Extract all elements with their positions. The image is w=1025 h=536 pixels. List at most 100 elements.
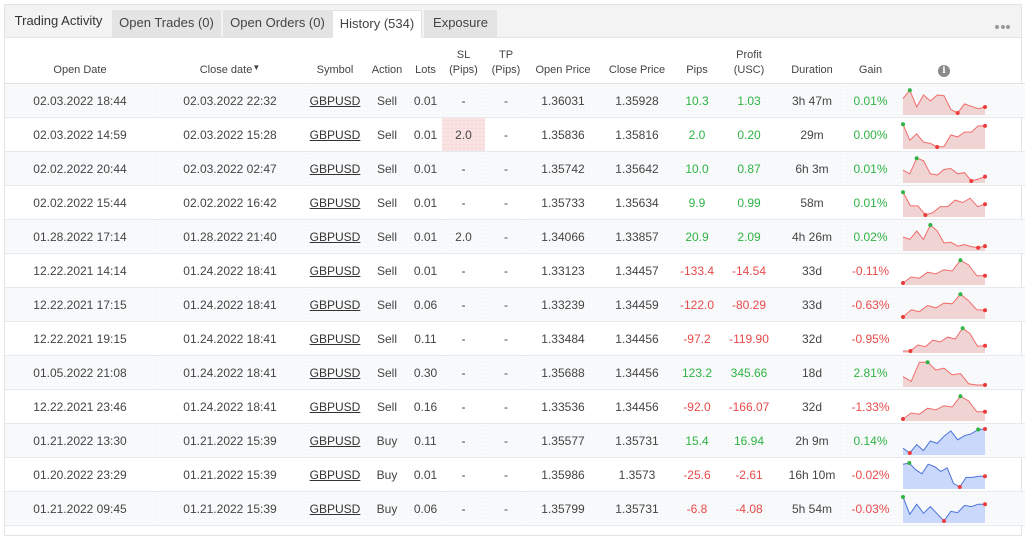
symbol-link[interactable]: GBPUSD	[310, 196, 361, 210]
sparkline-min-marker	[908, 349, 912, 353]
tab-open-trades[interactable]: Open Trades (0)	[112, 10, 221, 37]
close-date: 01.24.2022 18:41	[155, 390, 305, 424]
profit: -2.61	[719, 458, 779, 492]
trade-sparkline	[900, 324, 988, 354]
open-date: 01.05.2022 21:08	[5, 356, 155, 390]
symbol-link[interactable]: GBPUSD	[310, 128, 361, 142]
tab-bar: Trading Activity Open Trades (0) Open Or…	[5, 5, 1021, 38]
gain: 0.01%	[845, 186, 896, 220]
open-date: 12.22.2021 23:46	[5, 390, 155, 424]
ellipsis-icon[interactable]	[995, 16, 1013, 24]
sparkline-area	[903, 124, 985, 149]
tab-history[interactable]: History (534)	[332, 10, 422, 38]
sparkline-end-marker	[983, 343, 987, 347]
action: Sell	[365, 254, 409, 288]
sparkline-max-marker	[907, 461, 911, 465]
trade-sparkline	[900, 188, 988, 218]
trade-sparkline	[900, 86, 988, 116]
symbol-link[interactable]: GBPUSD	[310, 332, 361, 346]
tp-pips: -	[485, 492, 527, 526]
col-sl[interactable]: SL(Pips)	[442, 38, 485, 84]
sparkline-max-marker	[958, 394, 962, 398]
info-icon[interactable]: i	[938, 65, 950, 77]
symbol-link[interactable]: GBPUSD	[310, 264, 361, 278]
symbol-link[interactable]: GBPUSD	[310, 434, 361, 448]
profit: -14.54	[719, 254, 779, 288]
symbol-link[interactable]: GBPUSD	[310, 366, 361, 380]
col-symbol[interactable]: Symbol	[305, 38, 365, 84]
open-price: 1.35733	[527, 186, 599, 220]
tab-open-orders[interactable]: Open Orders (0)	[223, 10, 332, 37]
comment-cell	[992, 84, 1025, 118]
comment-cell	[992, 186, 1025, 220]
gain: 0.00%	[845, 118, 896, 152]
col-pips[interactable]: Pips	[675, 38, 719, 84]
lots: 0.01	[409, 254, 442, 288]
lots: 0.01	[409, 152, 442, 186]
trade-chart-cell	[896, 186, 992, 220]
trade-chart-cell	[896, 288, 992, 322]
sl-pips: -	[442, 390, 485, 424]
tab-exposure[interactable]: Exposure	[424, 10, 497, 37]
sl-pips: 2.0	[442, 118, 485, 152]
sparkline-max-marker	[901, 495, 905, 499]
symbol-cell: GBPUSD	[305, 390, 365, 424]
duration: 5h 54m	[779, 492, 845, 526]
lots: 0.01	[409, 458, 442, 492]
symbol-link[interactable]: GBPUSD	[310, 162, 361, 176]
col-lots[interactable]: Lots	[409, 38, 442, 84]
profit: -80.29	[719, 288, 779, 322]
trade-chart-cell	[896, 84, 992, 118]
col-duration[interactable]: Duration	[779, 38, 845, 84]
sl-pips: -	[442, 152, 485, 186]
open-price: 1.35799	[527, 492, 599, 526]
close-date: 01.24.2022 18:41	[155, 356, 305, 390]
trade-chart-cell	[896, 492, 992, 526]
col-open-date[interactable]: Open Date	[5, 38, 155, 84]
open-date: 02.03.2022 18:44	[5, 84, 155, 118]
close-date: 01.21.2022 15:39	[155, 458, 305, 492]
gain: -0.11%	[845, 254, 896, 288]
sparkline-min-marker	[935, 145, 939, 149]
col-close-price[interactable]: Close Price	[599, 38, 675, 84]
symbol-cell: GBPUSD	[305, 84, 365, 118]
sparkline-max-marker	[908, 88, 912, 92]
sparkline-min-marker	[901, 417, 905, 421]
trade-chart-cell	[896, 152, 992, 186]
lots: 0.30	[409, 356, 442, 390]
col-action[interactable]: Action	[365, 38, 409, 84]
sparkline-end-marker	[983, 123, 987, 127]
trade-chart-cell	[896, 390, 992, 424]
close-date: 02.02.2022 16:42	[155, 186, 305, 220]
col-gain[interactable]: Gain	[845, 38, 896, 84]
gain: -0.02%	[845, 458, 896, 492]
symbol-cell: GBPUSD	[305, 424, 365, 458]
symbol-link[interactable]: GBPUSD	[310, 298, 361, 312]
col-profit[interactable]: Profit(USC)	[719, 38, 779, 84]
symbol-cell: GBPUSD	[305, 254, 365, 288]
action: Sell	[365, 152, 409, 186]
action: Sell	[365, 186, 409, 220]
comment-cell	[992, 288, 1025, 322]
action: Sell	[365, 390, 409, 424]
action: Sell	[365, 288, 409, 322]
sparkline-min-marker	[923, 213, 927, 217]
comment-cell	[992, 390, 1025, 424]
gain: -0.03%	[845, 492, 896, 526]
symbol-link[interactable]: GBPUSD	[310, 94, 361, 108]
col-open-price[interactable]: Open Price	[527, 38, 599, 84]
symbol-link[interactable]: GBPUSD	[310, 468, 361, 482]
symbol-link[interactable]: GBPUSD	[310, 400, 361, 414]
sl-pips: 2.0	[442, 220, 485, 254]
symbol-link[interactable]: GBPUSD	[310, 502, 361, 516]
profit: -119.90	[719, 322, 779, 356]
col-tp[interactable]: TP(Pips)	[485, 38, 527, 84]
trade-sparkline	[900, 154, 988, 184]
sl-pips: -	[442, 254, 485, 288]
sl-pips: -	[442, 492, 485, 526]
symbol-link[interactable]: GBPUSD	[310, 230, 361, 244]
trade-sparkline	[900, 494, 988, 524]
col-close-date[interactable]: Close date▼	[155, 38, 305, 84]
close-date: 02.03.2022 02:47	[155, 152, 305, 186]
profit: -4.08	[719, 492, 779, 526]
